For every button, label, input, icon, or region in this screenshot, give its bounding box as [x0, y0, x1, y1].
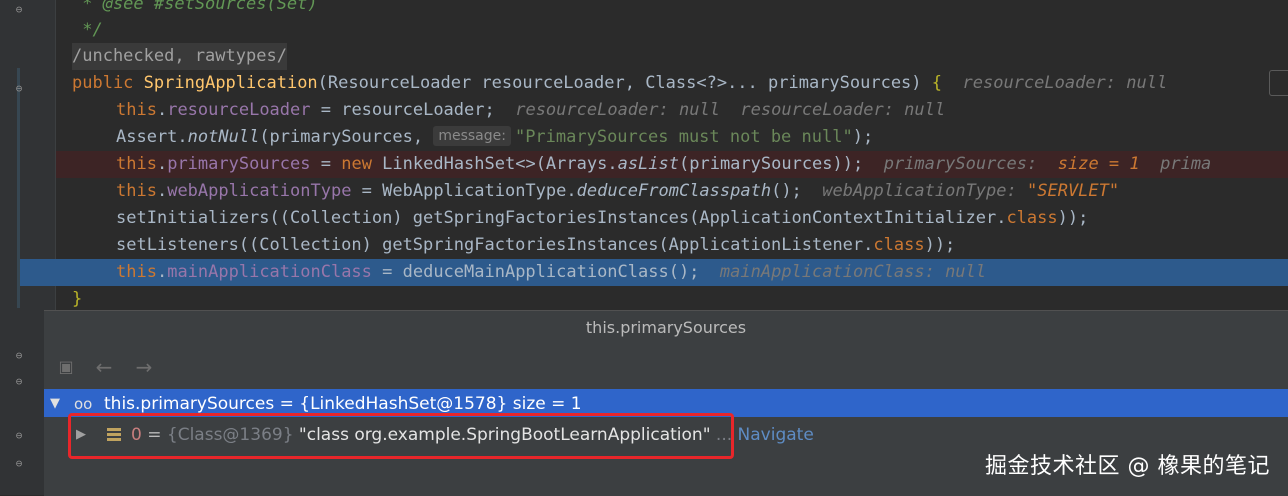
fold-icon[interactable]: ⊖	[14, 376, 24, 388]
navigate-link[interactable]: Navigate	[732, 425, 814, 445]
popup-title: this.primarySources	[585, 318, 747, 337]
suppress-warnings-annotation: /unchecked, rawtypes/	[72, 43, 287, 70]
save-watch-icon[interactable]: ▣	[54, 355, 78, 379]
code-editor[interactable]: * @see #setSources(Set) */ /unchecked, r…	[20, 0, 1288, 310]
code-line: setListeners((Collection) getSpringFacto…	[116, 235, 956, 255]
code-line: setInitializers((Collection) getSpringFa…	[116, 208, 1089, 228]
fold-icon[interactable]: ⊖	[14, 458, 24, 470]
parameter-name-hint: message:	[433, 126, 511, 146]
code-line-execution-point: this.mainApplicationClass = deduceMainAp…	[20, 259, 1288, 286]
inline-value-hint: resourceLoader: null	[740, 100, 946, 120]
javadoc-end: */	[72, 20, 103, 40]
inline-value-hint: resourceLoader: null	[962, 73, 1168, 93]
fold-icon[interactable]: ⊖	[14, 430, 24, 442]
constructor-signature: public SpringApplication(ResourceLoader …	[72, 73, 1168, 93]
gutter-tag	[1269, 70, 1288, 96]
fold-icon[interactable]: ⊖	[14, 4, 24, 16]
javadoc-see: * @see #setSources(Set)	[72, 0, 318, 14]
code-line-breakpoint: this.primarySources = new LinkedHashSet<…	[56, 151, 1288, 178]
code-line-constructor: public SpringApplication(ResourceLoader …	[56, 70, 1288, 97]
popup-toolbar: ▣ ← →	[44, 351, 1288, 383]
code-line: }	[72, 289, 83, 309]
code-line: this.webApplicationType = WebApplication…	[116, 181, 1120, 201]
back-arrow-icon[interactable]: ←	[92, 355, 116, 379]
inline-value-hint: resourceLoader: null	[515, 100, 720, 120]
fold-icon[interactable]: ⊖	[14, 83, 24, 95]
inline-value-hint: webApplicationType:	[822, 181, 1017, 201]
code-line: */	[56, 17, 1288, 44]
watermark: 掘金技术社区 @ 橡果的笔记	[985, 454, 1270, 479]
code-line: * @see #setSources(Set)	[56, 0, 1288, 18]
inline-value-hint: primarySources:	[883, 154, 1038, 174]
code-line: Assert.notNull(primarySources, message: "…	[116, 126, 874, 147]
code-line: this.resourceLoader = resourceLoader; re…	[116, 100, 946, 120]
collapse-arrow-icon[interactable]: ▼	[50, 389, 60, 417]
highlight-annotation-box	[68, 413, 734, 459]
inline-value-hint: mainApplicationClass: null	[719, 262, 987, 282]
code-line: /unchecked, rawtypes/	[56, 43, 1288, 70]
forward-arrow-icon[interactable]: →	[132, 355, 156, 379]
fold-icon[interactable]: ⊖	[14, 350, 24, 362]
